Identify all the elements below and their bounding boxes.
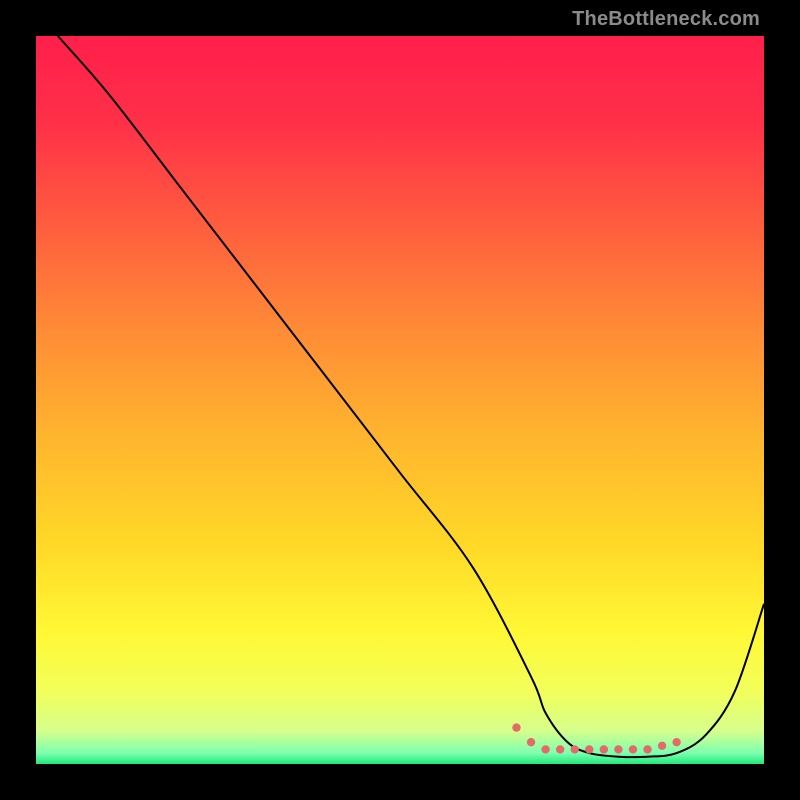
dot-marker — [614, 745, 622, 753]
dot-marker — [541, 745, 549, 753]
plot-area — [36, 36, 764, 764]
dot-marker — [527, 738, 535, 746]
dot-marker — [571, 745, 579, 753]
dot-marker — [658, 742, 666, 750]
dot-marker — [512, 723, 520, 731]
dot-marker — [556, 745, 564, 753]
dotted-markers — [512, 723, 681, 753]
dot-marker — [672, 738, 680, 746]
chart-container: TheBottleneck.com — [0, 0, 800, 800]
dot-marker — [629, 745, 637, 753]
dot-marker — [585, 745, 593, 753]
curve-layer — [36, 36, 764, 764]
dot-marker — [600, 745, 608, 753]
main-curve — [58, 36, 764, 757]
dot-marker — [643, 745, 651, 753]
watermark-text: TheBottleneck.com — [572, 8, 760, 31]
